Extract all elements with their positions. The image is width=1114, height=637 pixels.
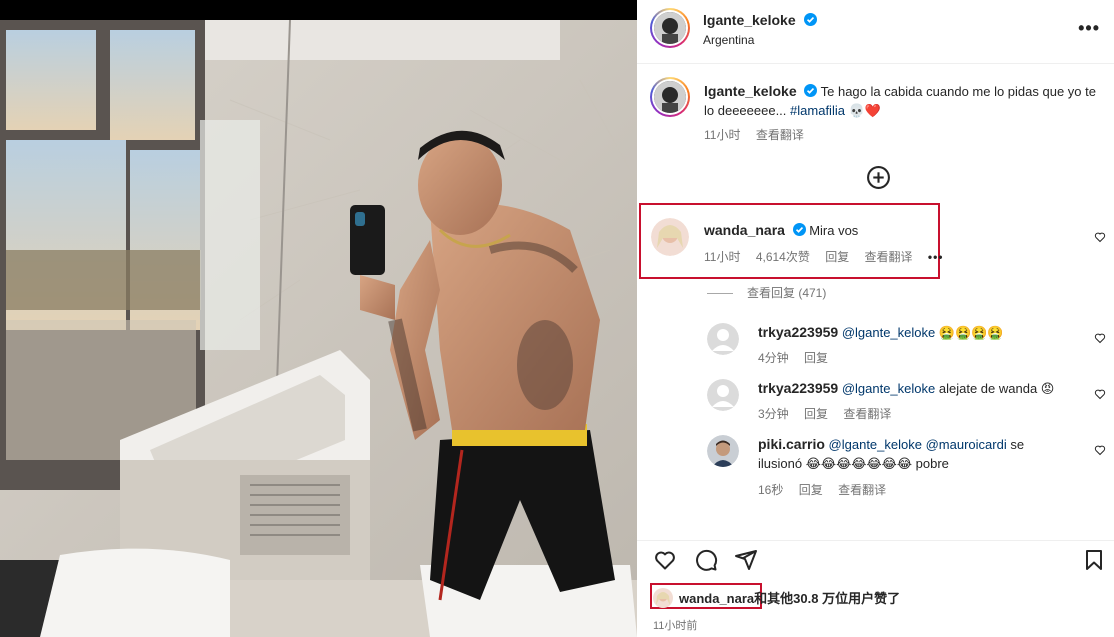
photo-scene: [0, 20, 637, 637]
verified-badge-icon: [804, 84, 818, 97]
view-replies-label: 查看回复 (471): [747, 286, 827, 300]
reply-username[interactable]: trkya223959: [758, 380, 838, 396]
liker-username[interactable]: wanda_nara: [679, 591, 754, 606]
verified-badge-icon: [804, 13, 818, 26]
caption-text: lgante_keloke Te hago la cabida cuando m…: [704, 82, 1099, 120]
post-photo[interactable]: [0, 0, 637, 637]
reply-username[interactable]: piki.carrio: [758, 436, 825, 452]
likes-count-text[interactable]: 和其他30.8 万位用户赞了: [754, 591, 900, 606]
reply-time[interactable]: 3分钟: [758, 407, 789, 421]
default-avatar-icon: [707, 323, 739, 355]
likes-summary: wanda_nara和其他30.8 万位用户赞了: [653, 588, 900, 608]
caption-meta: 11小时 查看翻译: [704, 126, 816, 143]
reply-text: alejate de wanda 😡: [938, 381, 1055, 396]
caption-time[interactable]: 11小时: [704, 128, 740, 142]
reply-mention-2[interactable]: @mauroicardi: [926, 437, 1007, 452]
reply-like-heart-icon[interactable]: [1094, 332, 1106, 344]
reply-reply-button[interactable]: 回复: [799, 483, 823, 497]
default-avatar-icon: [707, 379, 739, 411]
avatar-image: [654, 12, 686, 44]
reply-meta: 4分钟 回复: [758, 349, 840, 366]
comment-like-heart-icon[interactable]: [1094, 231, 1106, 243]
reply-mention[interactable]: @lgante_keloke: [829, 437, 922, 452]
reply-meta: 3分钟 回复 查看翻译: [758, 405, 903, 422]
comment-text: Mira vos: [809, 223, 859, 238]
reply-reply-button[interactable]: 回复: [804, 351, 828, 365]
caption-username[interactable]: lgante_keloke: [704, 83, 797, 99]
plus-circle-icon[interactable]: [866, 165, 891, 190]
bookmark-icon[interactable]: [1082, 548, 1106, 572]
avatar-image: [651, 218, 689, 256]
verified-badge-icon: [792, 223, 806, 236]
comment-likes[interactable]: 4,614次赞: [756, 250, 810, 264]
reply-reply-button[interactable]: 回复: [804, 407, 828, 421]
action-bar: [637, 540, 1114, 580]
reply-avatar[interactable]: [707, 323, 739, 355]
avatar-image: [654, 81, 686, 113]
comment-meta: 11小时 4,614次赞 回复 查看翻译 •••: [704, 248, 956, 265]
post-header: lgante_keloke Argentina •••: [637, 0, 1114, 64]
post-timestamp[interactable]: 11小时前: [653, 617, 697, 633]
reply-text: se: [1010, 437, 1025, 452]
comment-translate[interactable]: 查看翻译: [865, 250, 913, 264]
liker-avatar[interactable]: [653, 588, 673, 608]
reply-text: 🤮🤮🤮🤮: [938, 325, 1004, 340]
reply-username[interactable]: trkya223959: [758, 324, 838, 340]
view-replies-button[interactable]: 查看回复 (471): [707, 284, 826, 301]
reply-translate[interactable]: 查看翻译: [843, 407, 891, 421]
comment-reply-button[interactable]: 回复: [825, 250, 849, 264]
avatar-image: [707, 435, 739, 467]
share-icon[interactable]: [734, 548, 758, 572]
post-location[interactable]: Argentina: [703, 33, 754, 47]
comment-icon[interactable]: [694, 548, 718, 572]
comment-time[interactable]: 11小时: [704, 250, 740, 264]
reply-avatar[interactable]: [707, 379, 739, 411]
reply-time[interactable]: 4分钟: [758, 351, 789, 365]
comment-more-icon[interactable]: •••: [928, 250, 944, 264]
reply-like-heart-icon[interactable]: [1094, 388, 1106, 400]
comment-avatar[interactable]: [651, 218, 689, 256]
more-horizontal-icon[interactable]: •••: [1078, 18, 1100, 39]
reply-text-2: ilusionó 😂😂😂😂😂😂😂 pobre: [758, 456, 949, 471]
reply-translate[interactable]: 查看翻译: [838, 483, 886, 497]
reply-mention[interactable]: @lgante_keloke: [842, 325, 935, 340]
reply-mention[interactable]: @lgante_keloke: [842, 381, 935, 396]
owner-avatar[interactable]: [650, 8, 690, 48]
caption-hashtag[interactable]: #lamafilia: [790, 103, 845, 118]
owner-username[interactable]: lgante_keloke: [703, 12, 796, 28]
comment-username[interactable]: wanda_nara: [704, 222, 785, 238]
reply-avatar[interactable]: [707, 435, 739, 467]
divider-line: [707, 293, 733, 295]
caption-translate[interactable]: 查看翻译: [756, 128, 804, 142]
reply-like-heart-icon[interactable]: [1094, 444, 1106, 456]
post-side-panel: lgante_keloke Argentina ••• lgante_kelok…: [637, 0, 1114, 637]
caption-avatar[interactable]: [650, 77, 690, 117]
caption-emojis: 💀❤️: [848, 103, 881, 118]
reply-time[interactable]: 16秒: [758, 483, 783, 497]
heart-icon[interactable]: [653, 548, 677, 572]
reply-meta: 16秒 回复 查看翻译: [758, 481, 898, 498]
